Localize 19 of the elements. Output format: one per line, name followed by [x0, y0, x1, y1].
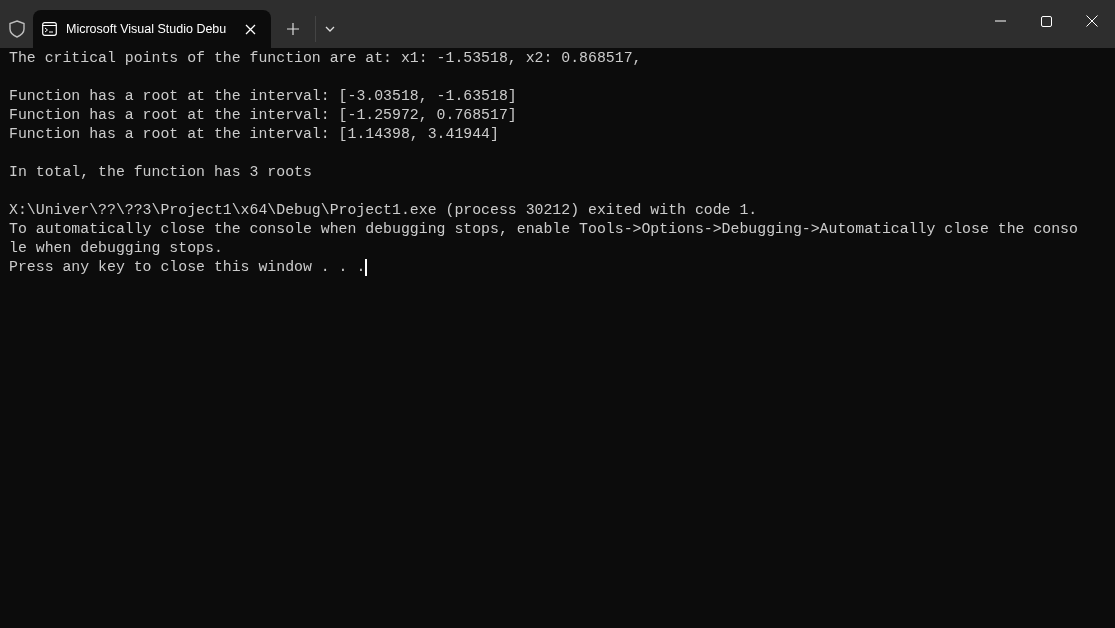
console-line: The critical points of the function are at: x1: -1.53518, x2: 0.868517,: [9, 49, 642, 68]
console-line: To automatically close the console when debugging stops, enable Tools->Options->Debugging->Automatically close the conso: [9, 220, 1078, 239]
console-line: Press any key to close this window . . .: [9, 258, 366, 277]
close-icon[interactable]: [1086, 15, 1098, 27]
tab[interactable]: Microsoft Visual Studio Debu: [33, 10, 271, 48]
console-line: X:\Univer\??\??3\Project1\x64\Debug\Project1.exe (process 30212) exited with code 1.: [9, 201, 758, 220]
console-line: In total, the function has 3 roots: [9, 163, 312, 182]
console-line: Function has a root at the interval: [-3.03518, -1.63518]: [9, 87, 517, 106]
console-line: Function has a root at the interval: [1.14398, 3.41944]: [9, 125, 499, 144]
close-icon[interactable]: [245, 23, 256, 35]
minimize-icon[interactable]: [994, 20, 1006, 22]
console-line: Function has a root at the interval: [-1.25972, 0.768517]: [9, 106, 517, 125]
console-line: le when debugging stops.: [9, 239, 223, 258]
terminal-icon: [42, 22, 57, 36]
chevron-down-icon[interactable]: [325, 26, 335, 32]
tab-title: Microsoft Visual Studio Debu: [66, 20, 228, 38]
maximize-icon[interactable]: [1040, 15, 1052, 27]
shield-icon[interactable]: [8, 20, 25, 38]
plus-icon[interactable]: [287, 23, 299, 35]
